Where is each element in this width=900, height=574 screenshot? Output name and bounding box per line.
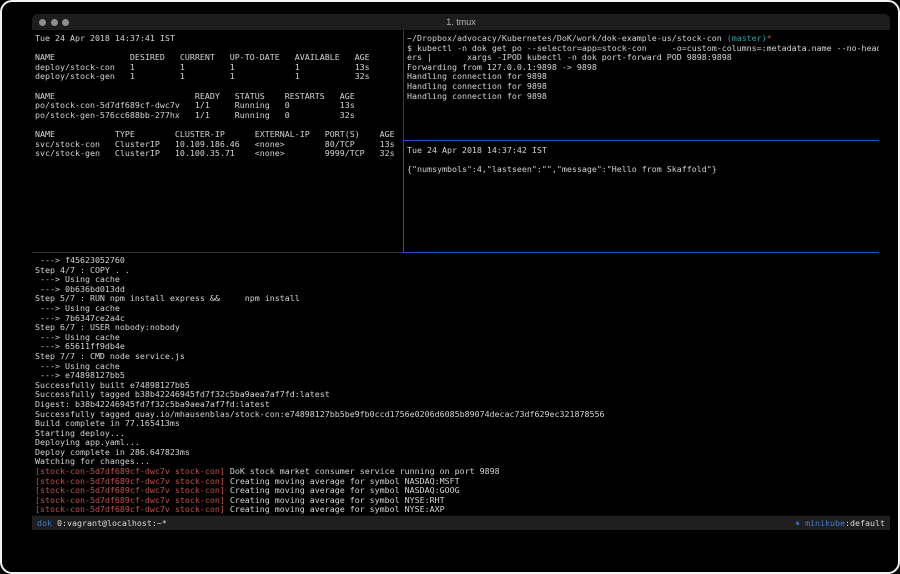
pod-log-message: DoK stock market consumer service runnin… <box>225 466 500 476</box>
pane-kubectl-resources[interactable]: Tue 24 Apr 2018 14:37:41 IST NAME DESIRE… <box>32 30 403 252</box>
terminal-line: ---> f45623052760 <box>35 256 879 266</box>
pane-divider-vertical-inactive[interactable] <box>403 30 404 140</box>
kubectl-output: Tue 24 Apr 2018 14:37:41 IST NAME DESIRE… <box>35 34 403 159</box>
terminal-line: Step 6/7 : USER nobody:nobody <box>35 323 879 333</box>
terminal-line: Tue 24 Apr 2018 14:37:42 IST <box>407 146 879 156</box>
terminal-line: ---> Using cache <box>35 333 879 343</box>
pod-log-prefix: [stock-con-5d7df689cf-dwc7v stock-con] <box>35 485 225 495</box>
status-left: dok 0:vagrant@localhost:~* <box>37 516 167 531</box>
tmux-terminal: Tue 24 Apr 2018 14:37:41 IST NAME DESIRE… <box>32 30 890 515</box>
tmux-status-bar: dok 0:vagrant@localhost:~* ⎈ minikube:de… <box>32 515 890 530</box>
terminal-line: po/stock-gen-576cc688bb-277hx 1/1 Runnin… <box>35 111 403 121</box>
terminal-line: Step 5/7 : RUN npm install express && np… <box>35 294 879 304</box>
pane-port-forward[interactable]: ~/Dropbox/advocacy/Kubernetes/DoK/work/d… <box>404 30 879 140</box>
pod-log-output: [stock-con-5d7df689cf-dwc7v stock-con] D… <box>35 467 879 515</box>
terminal-line: ---> Using cache <box>35 275 879 285</box>
docker-build-output: ---> f45623052760Step 4/7 : COPY . . ---… <box>35 256 879 467</box>
terminal-line: Step 4/7 : COPY . . <box>35 266 879 276</box>
window-titlebar[interactable]: 1. tmux <box>32 14 890 30</box>
status-right: ⎈ minikube:default <box>795 516 885 531</box>
terminal-line: ---> Using cache <box>35 362 879 372</box>
pod-log-prefix: [stock-con-5d7df689cf-dwc7v stock-con] <box>35 476 225 486</box>
terminal-line: Starting deploy... <box>35 429 879 439</box>
tmux-window-label[interactable]: 0:vagrant@localhost:~* <box>52 518 167 528</box>
kube-helm-icon: ⎈ <box>795 518 805 528</box>
port-forward-output: $ kubectl -n dok get po --selector=app=s… <box>407 44 879 102</box>
terminal-line: Step 7/7 : CMD node service.js <box>35 352 879 362</box>
terminal-line: Handling connection for 9898 <box>407 92 879 102</box>
pod-log-message: Creating moving average for symbol NYSE:… <box>225 504 445 514</box>
git-branch-label: (master) <box>727 33 767 43</box>
terminal-line: {"numsymbols":4,"lastseen":"","message":… <box>407 165 879 175</box>
screenshot-frame: 1. tmux Tue 24 Apr 2018 14:37:41 IST NAM… <box>0 0 900 574</box>
minimize-button[interactable] <box>51 19 58 26</box>
terminal-line: deploy/stock-gen 1 1 1 1 32s <box>35 72 403 82</box>
pod-log-message: Creating moving average for symbol NYSE:… <box>225 495 445 505</box>
pane-divider-horizontal-bottom-right[interactable] <box>403 252 879 253</box>
terminal-window: 1. tmux Tue 24 Apr 2018 14:37:41 IST NAM… <box>32 14 890 530</box>
kube-namespace: :default <box>845 518 885 528</box>
kube-context: minikube <box>805 518 845 528</box>
pane-skaffold-build[interactable]: ---> f45623052760Step 4/7 : COPY . . ---… <box>32 253 879 515</box>
close-button[interactable] <box>39 19 46 26</box>
tmux-session-name[interactable]: dok <box>37 518 52 528</box>
curl-response-output: Tue 24 Apr 2018 14:37:42 IST {"numsymbol… <box>407 146 879 175</box>
terminal-line: Deploy complete in 286.647823ms <box>35 448 879 458</box>
maximize-button[interactable] <box>62 19 69 26</box>
git-dirty-flag: * <box>767 33 772 43</box>
terminal-line: Build complete in 77.165413ms <box>35 419 879 429</box>
pane-divider-vertical-active[interactable] <box>403 140 404 252</box>
pod-log-prefix: [stock-con-5d7df689cf-dwc7v stock-con] <box>35 495 225 505</box>
terminal-line: Tue 24 Apr 2018 14:37:41 IST <box>35 34 403 44</box>
pane-divider-horizontal-right[interactable] <box>404 140 879 141</box>
pane-curl-response[interactable]: Tue 24 Apr 2018 14:37:42 IST {"numsymbol… <box>404 141 879 252</box>
pod-log-message: Creating moving average for symbol NASDA… <box>225 476 460 486</box>
pane-divider-horizontal-bottom-left[interactable] <box>32 252 403 253</box>
terminal-line: [stock-con-5d7df689cf-dwc7v stock-con] C… <box>35 505 879 515</box>
traffic-light-buttons <box>39 19 69 26</box>
pod-log-message: Creating moving average for symbol NASDA… <box>225 485 460 495</box>
cwd-path: ~/Dropbox/advocacy/Kubernetes/DoK/work/d… <box>407 33 727 43</box>
window-title: 1. tmux <box>32 14 890 30</box>
terminal-line: ---> Using cache <box>35 304 879 314</box>
pod-log-prefix: [stock-con-5d7df689cf-dwc7v stock-con] <box>35 466 225 476</box>
terminal-line: svc/stock-gen ClusterIP 10.100.35.71 <no… <box>35 149 403 159</box>
pod-log-prefix: [stock-con-5d7df689cf-dwc7v stock-con] <box>35 504 225 514</box>
